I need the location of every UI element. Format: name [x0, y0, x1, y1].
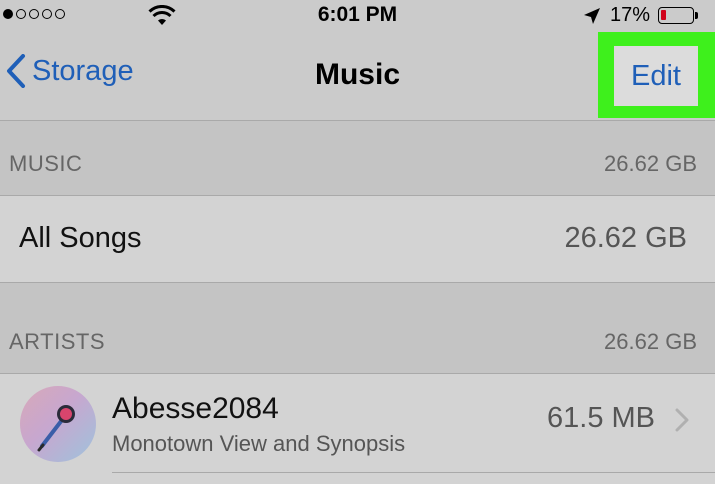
music-section-header: MUSIC 26.62 GB	[0, 121, 715, 195]
section-header-size: 26.62 GB	[604, 329, 697, 354]
section-header-label: ARTISTS	[9, 329, 106, 354]
chevron-right-icon	[675, 408, 689, 432]
battery-icon	[658, 7, 694, 24]
status-time: 6:01 PM	[317, 3, 398, 26]
artist-avatar	[20, 386, 96, 462]
section-header-label: MUSIC	[9, 151, 83, 176]
battery-percent: 17%	[610, 4, 651, 26]
artist-row[interactable]: Abesse2084 Monotown View and Synopsis 61…	[0, 373, 715, 484]
edit-button[interactable]: Edit	[614, 46, 698, 106]
battery-level	[661, 10, 666, 20]
artist-name: Abesse2084	[112, 392, 279, 425]
section-header-size: 26.62 GB	[604, 151, 697, 176]
artists-section-header: ARTISTS 26.62 GB	[0, 283, 715, 373]
location-arrow-icon	[584, 8, 600, 24]
battery-tip	[695, 12, 698, 19]
all-songs-row[interactable]: All Songs 26.62 GB	[0, 195, 715, 283]
artist-subtitle: Monotown View and Synopsis	[112, 431, 406, 456]
row-divider	[112, 472, 715, 473]
status-bar: 6:01 PM 17%	[0, 0, 715, 32]
artist-size: 61.5 MB	[547, 402, 655, 434]
all-songs-size: 26.62 GB	[564, 222, 687, 254]
all-songs-label: All Songs	[19, 222, 142, 254]
microphone-icon	[37, 405, 75, 452]
navigation-bar: Storage Music Edit	[0, 32, 715, 121]
